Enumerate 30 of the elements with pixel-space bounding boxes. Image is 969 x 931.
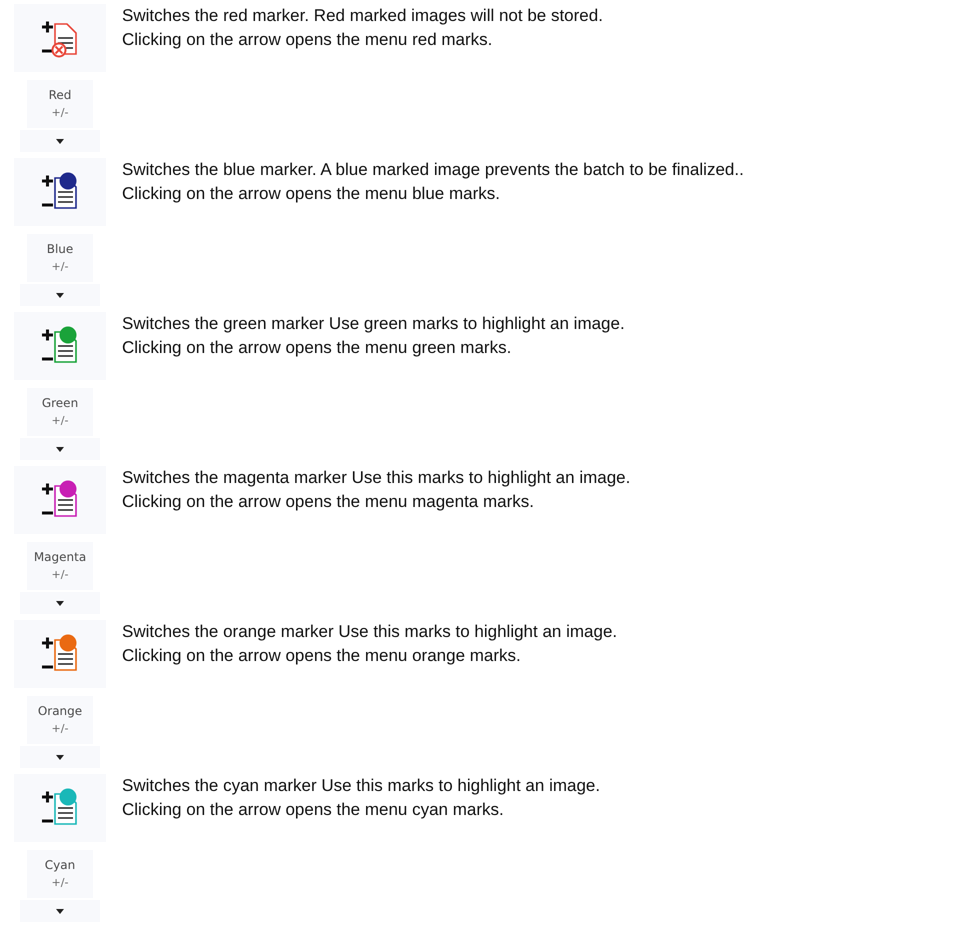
description-text: Switches the magenta marker Use this marks to highlight an image. xyxy=(122,467,632,489)
marker-toggle-button[interactable] xyxy=(14,158,106,226)
marker-toggle-button[interactable] xyxy=(14,4,106,72)
caret-icon xyxy=(56,138,64,144)
description-text: Switches the orange marker Use this marks to highlight an image. xyxy=(122,621,618,643)
description-text: Clicking on the arrow opens the menu cyan marks. xyxy=(122,799,505,821)
caret-icon xyxy=(56,754,64,760)
description-text: Switches the green marker Use green marks to highlight an image. xyxy=(122,313,626,335)
marker-toggle-button[interactable] xyxy=(14,620,106,688)
description-text: Clicking on the arrow opens the menu red marks. xyxy=(122,29,494,51)
marker-label-button[interactable]: Magenta +/- xyxy=(27,542,93,590)
marker-label-button[interactable]: Orange +/- xyxy=(27,696,93,744)
marker-toggle-button[interactable] xyxy=(14,466,106,534)
caret-icon xyxy=(56,446,64,452)
description-text: Clicking on the arrow opens the menu green marks. xyxy=(122,337,512,359)
caret-icon xyxy=(56,908,64,914)
description-text: Clicking on the arrow opens the menu magenta marks. xyxy=(122,491,535,513)
description-text: Switches the red marker. Red marked images will not be stored. xyxy=(122,5,604,27)
caret-icon xyxy=(56,292,64,298)
marker-toggle-button[interactable] xyxy=(14,312,106,380)
marker-label-button[interactable]: Green +/- xyxy=(27,388,93,436)
description-text: Clicking on the arrow opens the menu orange marks. xyxy=(122,645,522,667)
description-text: Switches the blue marker. A blue marked image prevents the batch to be finalized.. xyxy=(122,159,745,181)
description-text: Clicking on the arrow opens the menu blue marks. xyxy=(122,183,501,205)
marker-label-button[interactable]: Red +/- xyxy=(27,80,93,128)
marker-label-button[interactable]: Blue +/- xyxy=(27,234,93,282)
caret-icon xyxy=(56,600,64,606)
description-text: Switches the cyan marker Use this marks to highlight an image. xyxy=(122,775,602,797)
marker-toggle-button[interactable] xyxy=(14,774,106,842)
marker-label-button[interactable]: Cyan +/- xyxy=(27,850,93,898)
